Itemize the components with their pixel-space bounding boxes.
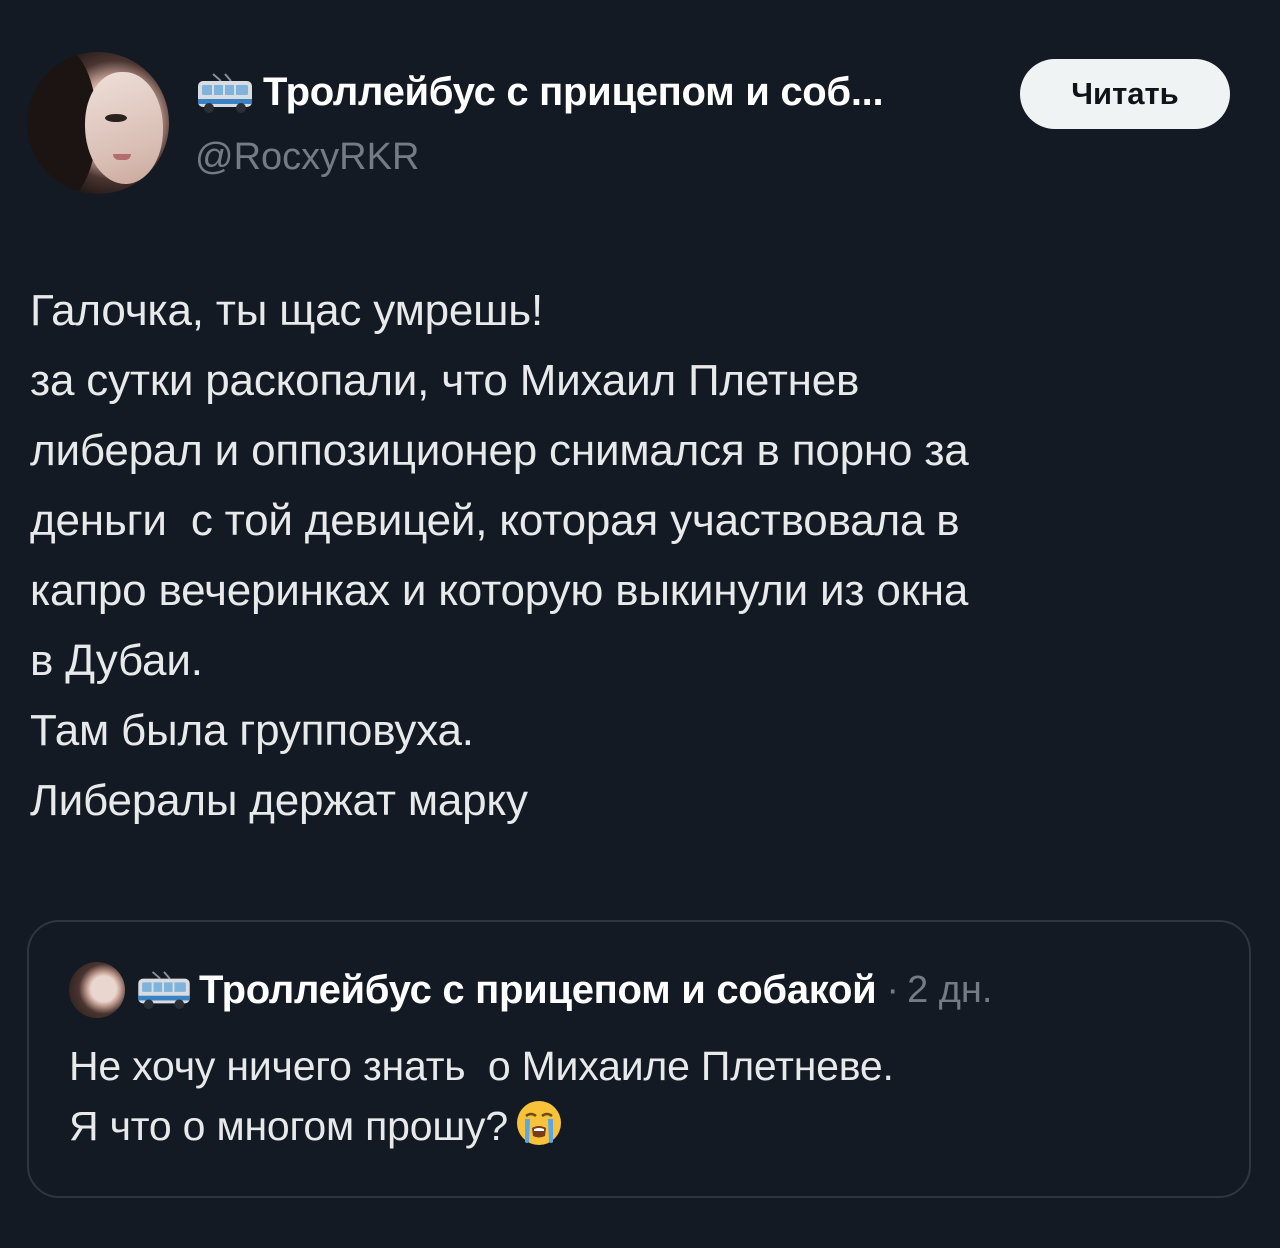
quoted-author-avatar[interactable] <box>69 962 125 1018</box>
tweet-text-line: Либералы держат марку <box>30 776 528 825</box>
tweet-text-line: Там была групповуха. <box>30 706 474 755</box>
author-handle[interactable]: @RocxyRKR <box>195 136 419 179</box>
tweet-text-line: за сутки раскопали, что Михаил Плетнев <box>30 356 860 405</box>
tweet-text-line: Галочка, ты щас умрешь! <box>30 286 544 335</box>
tweet-text-line: капро вечеринках и которую выкинули из о… <box>30 566 969 615</box>
quoted-text-content: Я что о многом прошу? <box>69 1103 508 1149</box>
quoted-tweet-header: Троллейбус с прицепом и собакой · 2 дн. <box>69 962 992 1018</box>
tweet-header: Троллейбус с прицепом и соб... @RocxyRKR… <box>27 52 1253 197</box>
tweet-text-line: либерал и оппозиционер снимался в порно … <box>30 426 969 475</box>
author-name-row[interactable]: Троллейбус с прицепом и соб... <box>195 70 884 115</box>
loudly-crying-face-icon <box>516 1101 561 1145</box>
trolleybus-icon <box>138 971 190 1010</box>
tweet-text: Галочка, ты щас умрешь! за сутки раскопа… <box>30 276 1250 836</box>
quoted-author-display-name[interactable]: Троллейбус с прицепом и собакой <box>199 968 877 1013</box>
quoted-tweet-card[interactable]: Троллейбус с прицепом и собакой · 2 дн. … <box>27 920 1251 1198</box>
quoted-text-line: Я что о многом прошу? <box>69 1096 1229 1156</box>
quoted-tweet-text: Не хочу ничего знать о Михаиле Плетневе.… <box>69 1036 1229 1156</box>
quoted-text-line: Не хочу ничего знать о Михаиле Плетневе. <box>69 1036 1229 1096</box>
tweet-text-line: деньги с той девицей, которая участвовал… <box>30 496 960 545</box>
quoted-tweet-time[interactable]: 2 дн. <box>907 969 992 1012</box>
author-avatar[interactable] <box>27 52 169 194</box>
avatar-eye <box>105 114 127 122</box>
separator-dot: · <box>886 968 900 1011</box>
author-display-name[interactable]: Троллейбус с прицепом и соб... <box>263 70 884 115</box>
trolleybus-icon <box>198 72 252 113</box>
tweet-text-line: в Дубаи. <box>30 636 203 685</box>
avatar-face <box>85 72 163 184</box>
quoted-text-content: Не хочу ничего знать о Михаиле Плетневе. <box>69 1043 894 1089</box>
follow-button[interactable]: Читать <box>1020 59 1230 129</box>
